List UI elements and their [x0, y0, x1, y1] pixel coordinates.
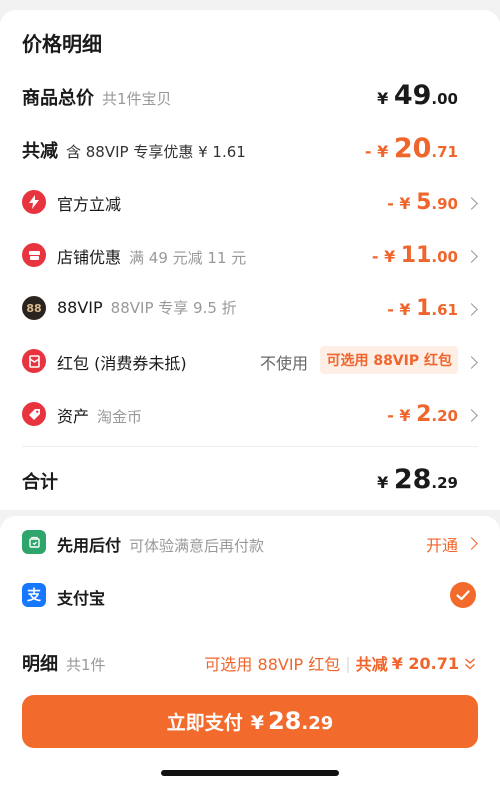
minus-currency: - ¥	[387, 406, 411, 425]
pay-later-title: 先用后付	[57, 536, 122, 555]
vip-redpacket-tag[interactable]: 可选用 88VIP 红包	[320, 346, 458, 374]
total-reduce-title: 共减	[22, 141, 58, 162]
shop-icon	[22, 243, 46, 267]
price-int: 2	[416, 402, 432, 427]
price-dec: .00	[431, 248, 458, 266]
total-reduce-label: 共减含 88VIP 专享优惠 ¥ 1.61	[22, 137, 246, 163]
vip-discount-row[interactable]: 88 88VIP 88VIP 专享 9.5 折 - ¥ 1.61	[0, 295, 500, 335]
goods-total-row: 商品总价 共1件宝贝 ¥ 49.00	[0, 80, 500, 122]
sum-row: 合计 ¥ 28.29	[0, 464, 500, 506]
item-title: 红包 (消费券未抵)	[57, 354, 187, 373]
price-int: 5	[416, 190, 432, 215]
price-int: 49	[393, 80, 432, 111]
shop-discount-label: 店铺优惠满 49 元减 11 元	[57, 244, 246, 268]
vip-badge-icon: 88	[22, 296, 46, 320]
shop-discount-price: - ¥ 11.00	[372, 243, 458, 268]
goods-total-price: ¥ 49.00	[377, 80, 458, 111]
assets-price: - ¥ 2.20	[387, 402, 458, 427]
alipay-icon: 支	[22, 583, 46, 607]
top-strip	[0, 0, 500, 10]
price-dec: .29	[431, 474, 458, 492]
total-reduce-row: 共减含 88VIP 专享优惠 ¥ 1.61 - ¥ 20.71	[0, 133, 500, 175]
section-title: 价格明细	[22, 32, 102, 56]
item-title: 88VIP	[57, 298, 103, 317]
detail-separator: |	[345, 653, 351, 673]
price-dec: .00	[431, 90, 458, 108]
item-title: 官方立减	[57, 195, 122, 214]
price-dec: .71	[431, 143, 458, 161]
redpacket-icon	[22, 349, 46, 373]
total-reduce-price: - ¥ 20.71	[365, 133, 458, 164]
lightning-icon	[22, 190, 46, 214]
alipay-label: 支付宝	[57, 589, 106, 608]
vip-discount-label: 88VIP 88VIP 专享 9.5 折	[57, 297, 237, 318]
coin-tag-icon	[22, 402, 46, 426]
item-title: 店铺优惠	[57, 248, 122, 267]
detail-row[interactable]: 明细 共1件 可选用 88VIP 红包 | 共减 ¥ 20.71	[0, 650, 500, 690]
item-sub: 满 49 元减 11 元	[129, 249, 247, 267]
minus-currency: - ¥	[387, 194, 411, 213]
double-chevron-down-icon[interactable]	[464, 656, 476, 670]
price-int: 11	[400, 243, 432, 268]
pay-now-button[interactable]: 立即支付 ¥ 28 .29	[22, 695, 478, 748]
price-dec: .90	[431, 195, 458, 213]
pay-later-row[interactable]: 先用后付 可体验满意后再付款 开通	[0, 530, 500, 570]
chevron-right-icon	[465, 303, 478, 316]
chevron-right-icon	[465, 409, 478, 422]
official-discount-price: - ¥ 5.90	[387, 190, 458, 215]
not-use-text[interactable]: 不使用	[260, 350, 308, 374]
pay-later-icon	[22, 530, 46, 554]
assets-label: 资产 淘金币	[57, 403, 142, 427]
sum-price: ¥ 28.29	[377, 464, 458, 495]
item-title: 资产	[57, 407, 90, 426]
chevron-right-icon	[465, 356, 478, 369]
price-dec: .20	[431, 407, 458, 425]
goods-total-count: 共1件宝贝	[102, 90, 172, 108]
detail-reduce-label: 共减	[355, 655, 388, 674]
price-int: 28	[393, 464, 432, 495]
official-discount-row[interactable]: 官方立减 - ¥ 5.90	[0, 189, 500, 229]
currency-symbol: ¥	[377, 89, 389, 108]
pay-later-action[interactable]: 开通	[426, 532, 458, 556]
divider	[22, 446, 478, 447]
pay-button-dec: .29	[301, 713, 334, 734]
detail-count: 共1件	[66, 656, 106, 674]
detail-reduce-value: ¥ 20.71	[391, 653, 459, 673]
chevron-right-icon	[465, 250, 478, 263]
total-reduce-note: 含 88VIP 专享优惠 ¥ 1.61	[66, 143, 246, 161]
minus-currency: - ¥	[387, 300, 411, 319]
pay-button-label: 立即支付	[166, 712, 243, 734]
pay-later-label: 先用后付 可体验满意后再付款	[57, 532, 264, 556]
vip-badge-text: 88	[26, 301, 42, 315]
item-sub: 淘金币	[97, 408, 143, 426]
sum-label: 合计	[22, 472, 58, 493]
minus-currency: - ¥	[364, 142, 389, 161]
alipay-row[interactable]: 支 支付宝	[0, 582, 500, 623]
price-int: 1	[416, 296, 432, 321]
redpacket-label: 红包 (消费券未抵)	[57, 350, 187, 374]
shop-discount-row[interactable]: 店铺优惠满 49 元减 11 元 - ¥ 11.00	[0, 242, 500, 282]
price-int: 20	[393, 133, 432, 164]
pay-button-currency: ¥	[250, 712, 264, 734]
item-sub: 88VIP 专享 9.5 折	[110, 299, 237, 317]
detail-redpacket[interactable]: 可选用 88VIP 红包	[204, 651, 340, 675]
official-discount-label: 官方立减	[57, 191, 121, 215]
pay-later-sub: 可体验满意后再付款	[129, 537, 265, 555]
detail-summary: 可选用 88VIP 红包 | 共减 ¥ 20.71	[204, 651, 476, 675]
vip-discount-price: - ¥ 1.61	[387, 296, 458, 321]
check-icon[interactable]	[450, 582, 476, 608]
goods-total-label: 商品总价 共1件宝贝	[22, 84, 172, 110]
chevron-right-icon	[465, 537, 478, 550]
goods-total-title: 商品总价	[22, 88, 94, 109]
chevron-right-icon	[465, 197, 478, 210]
detail-title: 明细	[22, 654, 58, 675]
home-indicator	[161, 770, 339, 776]
minus-currency: - ¥	[371, 247, 396, 266]
pay-button-int: 28	[267, 707, 302, 735]
assets-row[interactable]: 资产 淘金币 - ¥ 2.20	[0, 401, 500, 441]
alipay-icon-glyph: 支	[27, 588, 41, 604]
detail-label: 明细 共1件	[22, 650, 106, 676]
currency-symbol: ¥	[377, 473, 389, 492]
price-dec: .61	[431, 301, 458, 319]
